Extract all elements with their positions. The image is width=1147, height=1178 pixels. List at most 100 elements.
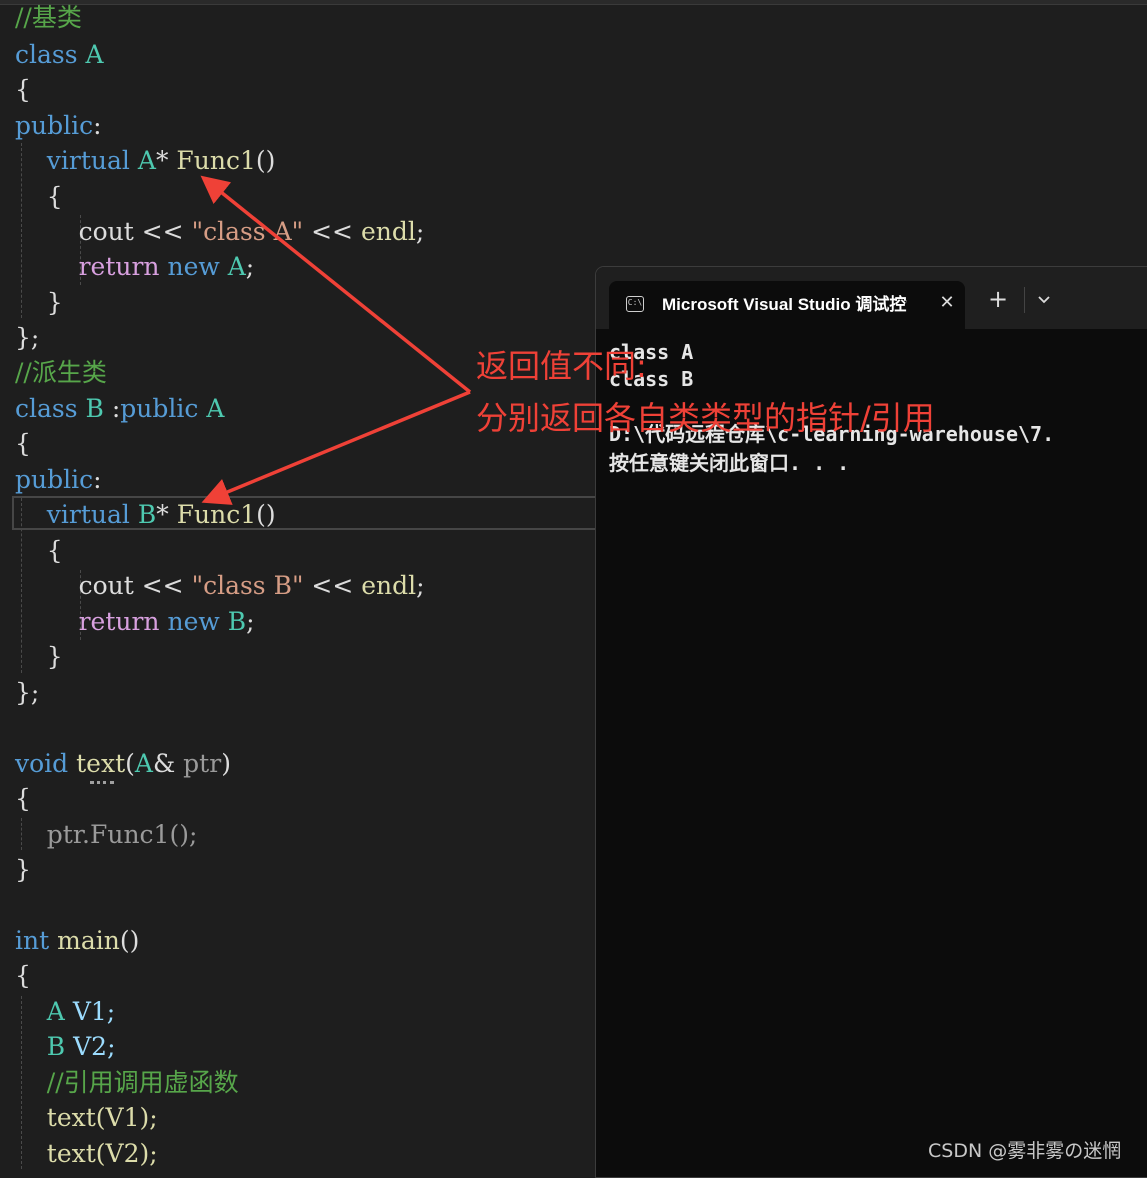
brace: { (46, 182, 63, 211)
punctuation: ; (415, 217, 425, 246)
punctuation: : (103, 394, 121, 423)
punctuation: ; (416, 571, 425, 600)
type-name: B (46, 1032, 66, 1061)
comment: //基类 (15, 3, 82, 32)
punctuation: * (156, 500, 177, 529)
code-line[interactable]: } (15, 285, 63, 320)
function-name: Func1 (176, 146, 256, 175)
code-line[interactable]: void text(A& ptr) (15, 746, 231, 781)
keyword: return (78, 607, 160, 636)
punctuation: ; (245, 252, 255, 281)
brace: } (46, 288, 63, 317)
chevron-down-icon[interactable] (1032, 287, 1056, 311)
code-line[interactable]: return new A; (15, 249, 255, 284)
code-line[interactable]: { (15, 781, 31, 816)
keyword: class (15, 40, 78, 69)
code-line[interactable]: virtual A* Func1() (15, 143, 276, 178)
code-text: cout << (78, 571, 192, 600)
punctuation: () (119, 926, 140, 955)
type-name: B (227, 607, 247, 636)
type-name: B (137, 500, 157, 529)
keyword: class (15, 394, 78, 423)
brace: { (15, 75, 31, 104)
code-line[interactable]: { (15, 426, 31, 461)
code-line[interactable]: //基类 (15, 0, 82, 35)
console-output-line: class B (609, 367, 694, 391)
operator: << (303, 571, 362, 600)
type-name: A (134, 749, 153, 778)
editor-top-strip (0, 0, 1147, 5)
code-line[interactable]: //派生类 (15, 355, 107, 390)
code-line[interactable]: class A (15, 37, 104, 72)
string-literal: "class A" (191, 217, 304, 246)
brace: } (15, 855, 31, 884)
code-line[interactable]: A V1; (15, 994, 115, 1029)
punctuation: () (255, 146, 276, 175)
brace: { (15, 429, 31, 458)
brace: { (46, 536, 63, 565)
code-line[interactable]: cout << "class A" << endl; (15, 214, 425, 249)
operator: << (303, 217, 361, 246)
keyword: public (120, 394, 199, 423)
code-line[interactable]: } (15, 852, 31, 887)
csdn-watermark: CSDN @雾非雾の迷惘 (928, 1140, 1122, 1162)
function-name: Func1 (176, 500, 257, 529)
code-line[interactable]: ptr.Func1(); (15, 817, 198, 852)
class-name: B (85, 394, 104, 423)
terminal-tab-bar: C:\ Microsoft Visual Studio 调试控制台 ✕ + (596, 267, 1147, 329)
keyword: new (167, 607, 220, 636)
code-line[interactable]: }; (15, 320, 39, 355)
keyword: int (15, 926, 50, 955)
code-line[interactable]: class B :public A (15, 391, 224, 426)
code-line[interactable]: virtual B* Func1() (15, 497, 276, 532)
keyword: new (167, 252, 220, 281)
punctuation: () (256, 500, 276, 529)
code-line[interactable]: text(V2); (15, 1136, 158, 1169)
class-name: A (85, 40, 104, 69)
console-output-line: class A (609, 340, 694, 364)
close-icon[interactable]: ✕ (935, 291, 959, 315)
console-output-line: 按任意键关闭此窗口. . . (609, 451, 850, 475)
code-text: text(V1); (46, 1103, 158, 1132)
comment: //派生类 (15, 358, 107, 387)
console-output-line: D:\代码远程仓库\c-learning-warehouse\7. (609, 422, 1055, 446)
punctuation: ) (221, 749, 231, 778)
string-literal: "class B" (191, 571, 304, 600)
brace: }; (15, 323, 40, 352)
code-line[interactable]: { (15, 533, 63, 568)
code-line[interactable]: { (15, 958, 31, 993)
variable: V2; (73, 1032, 116, 1061)
code-line[interactable]: }; (15, 675, 39, 710)
code-text: ptr.Func1(); (46, 820, 198, 849)
code-line[interactable]: B V2; (15, 1029, 116, 1064)
parameter: ptr (183, 749, 222, 778)
terminal-tab[interactable]: C:\ Microsoft Visual Studio 调试控制台 ✕ (609, 281, 965, 329)
new-tab-button[interactable]: + (984, 285, 1012, 313)
code-line[interactable]: return new B; (15, 604, 255, 639)
type-name: A (227, 252, 246, 281)
brace: } (46, 642, 63, 671)
code-line[interactable]: text(V1); (15, 1100, 158, 1135)
comment: //引用调用虚函数 (46, 1068, 239, 1097)
keyword: public (15, 465, 94, 494)
code-line[interactable]: public: (15, 108, 102, 143)
code-line[interactable]: cout << "class B" << endl; (15, 568, 425, 603)
keyword: virtual (46, 146, 130, 175)
debug-console-window[interactable]: C:\ Microsoft Visual Studio 调试控制台 ✕ + cl… (595, 266, 1147, 1178)
class-name: A (206, 394, 225, 423)
variable: V1; (72, 997, 116, 1026)
code-line[interactable]: } (15, 639, 63, 674)
function-name: text (76, 749, 126, 778)
punctuation: & (152, 749, 184, 778)
console-icon: C:\ (626, 296, 644, 312)
function-name: endl (360, 217, 416, 246)
keyword: return (78, 252, 160, 281)
code-line[interactable]: { (15, 179, 63, 214)
code-line[interactable]: int main() (15, 923, 139, 958)
code-line[interactable]: { (15, 72, 31, 107)
code-line[interactable]: public: (15, 462, 102, 497)
keyword: void (15, 749, 69, 778)
code-line[interactable]: //引用调用虚函数 (15, 1065, 239, 1100)
punctuation: ; (246, 607, 255, 636)
type-name: A (137, 146, 156, 175)
